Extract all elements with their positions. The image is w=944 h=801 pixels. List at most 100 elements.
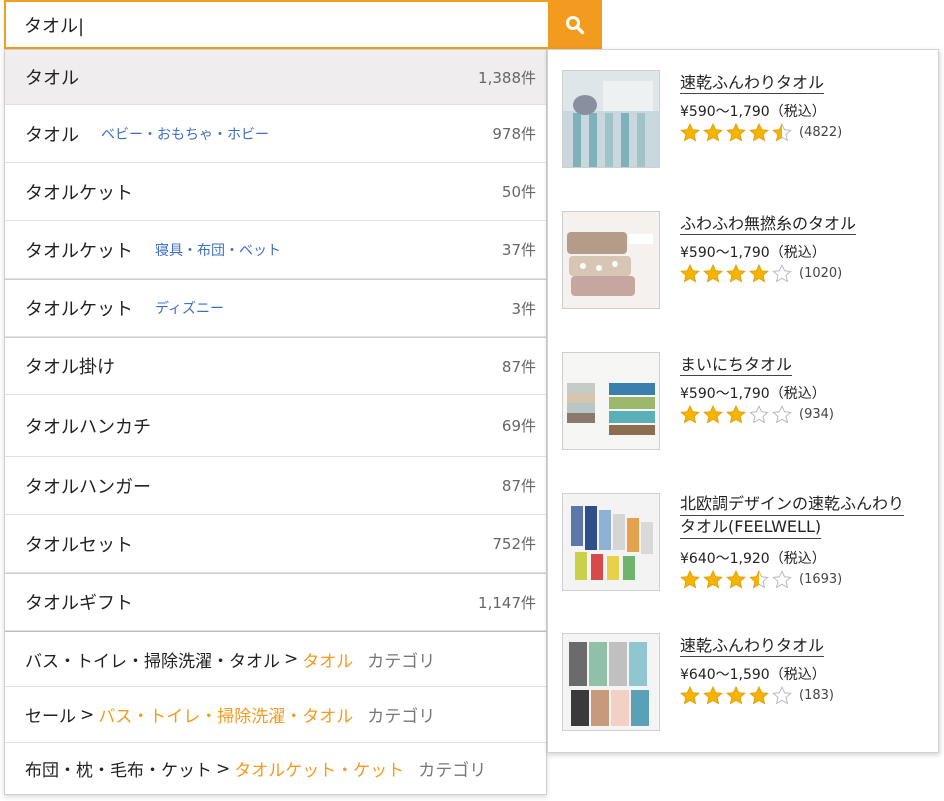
product-card[interactable]: まいにちタオル ¥590〜1,790（税込） (934)	[562, 352, 932, 452]
suggestion-item[interactable]: タオルケット ディズニー 3件	[5, 279, 546, 337]
suggestion-list: タオル 1,388件 タオル ベビー・おもちゃ・ホビー 978件 タオルケット …	[4, 49, 547, 795]
star-full-icon	[703, 123, 723, 142]
category-target: バス・トイレ・掃除洗濯・タオル	[98, 707, 354, 727]
search-button[interactable]	[548, 0, 602, 49]
product-image[interactable]	[562, 70, 660, 168]
product-card[interactable]: ふわふわ無撚糸のタオル ¥590〜1,790（税込） (1020)	[562, 211, 932, 311]
category-path: バス・トイレ・掃除洗濯・タオル	[25, 651, 280, 672]
suggestion-count: 69件	[501, 417, 536, 435]
category-tag: カテゴリ	[367, 707, 436, 727]
star-full-icon	[703, 570, 723, 589]
suggestion-term: タオルギフト	[25, 593, 133, 614]
star-empty-icon	[749, 405, 769, 424]
star-empty-icon	[772, 686, 792, 705]
category-target: タオルケット・ケット	[234, 761, 405, 781]
suggestion-count: 1,388件	[478, 68, 536, 87]
suggestion-item[interactable]: タオル 1,388件	[5, 50, 546, 105]
category-target: タオル	[302, 651, 354, 672]
suggestion-term: タオルケット	[25, 240, 133, 262]
category-tag: カテゴリ	[367, 651, 436, 672]
product-name-line: 北欧調デザインの速乾ふんわり	[680, 493, 905, 516]
rating-stars	[680, 686, 795, 705]
star-full-icon	[680, 123, 700, 142]
product-name-link[interactable]: 北欧調デザインの速乾ふんわり タオル(FEELWELL)	[680, 493, 905, 539]
rating-stars	[680, 405, 795, 424]
suggestion-count: 3件	[511, 299, 536, 318]
star-half-icon	[772, 123, 792, 142]
star-full-icon	[726, 264, 746, 283]
category-suggestion[interactable]: バス・トイレ・掃除洗濯・タオル > タオル カテゴリ	[5, 631, 546, 687]
product-price: ¥640〜1,920（税込）	[680, 551, 826, 567]
search-input[interactable]	[4, 0, 548, 49]
category-path: 布団・枕・毛布・ケット	[25, 761, 212, 781]
suggestion-item[interactable]: タオルギフト 1,147件	[5, 573, 546, 631]
product-image[interactable]	[562, 352, 660, 450]
search-icon	[566, 15, 585, 34]
review-count: (4822)	[799, 125, 843, 140]
product-price: ¥590〜1,790（税込）	[680, 104, 826, 120]
suggestion-term: タオルハンカチ	[25, 416, 151, 438]
star-empty-icon	[772, 405, 792, 424]
product-image[interactable]	[562, 493, 660, 591]
star-full-icon	[680, 570, 700, 589]
product-name-link[interactable]: ふわふわ無撚糸のタオル	[680, 213, 857, 235]
suggestion-count: 87件	[501, 357, 536, 376]
suggestion-count: 978件	[492, 125, 536, 143]
category-suggestion[interactable]: セール > バス・トイレ・掃除洗濯・タオル カテゴリ	[5, 687, 546, 743]
suggestion-item[interactable]: タオルハンカチ 69件	[5, 395, 546, 457]
product-rating: (4822)	[680, 123, 842, 142]
product-card[interactable]: 速乾ふんわりタオル ¥590〜1,790（税込） (4822)	[562, 70, 932, 170]
product-rating: (183)	[680, 686, 834, 705]
suggestion-count: 752件	[492, 535, 536, 553]
product-name-line: タオル(FEELWELL)	[680, 516, 822, 539]
suggestion-item[interactable]: タオルケット 50件	[5, 163, 546, 221]
product-panel: 速乾ふんわりタオル ¥590〜1,790（税込） (4822) ふわふわ無撚糸の…	[547, 49, 939, 753]
product-image[interactable]	[562, 211, 660, 309]
product-card[interactable]: 速乾ふんわりタオル ¥640〜1,590（税込） (183)	[562, 633, 932, 733]
suggestion-item[interactable]: タオルセット 752件	[5, 515, 546, 573]
suggestion-term: タオルセット	[25, 534, 133, 556]
product-name-link[interactable]: 速乾ふんわりタオル	[680, 635, 825, 657]
star-full-icon	[726, 405, 746, 424]
review-count: (934)	[799, 407, 834, 422]
rating-stars	[680, 123, 795, 142]
product-price: ¥590〜1,790（税込）	[680, 245, 826, 261]
suggestion-category-link[interactable]: 寝具・布団・ベット	[155, 240, 281, 260]
suggestion-item[interactable]: タオルケット 寝具・布団・ベット 37件	[5, 221, 546, 279]
star-full-icon	[726, 570, 746, 589]
product-name-link[interactable]: 速乾ふんわりタオル	[680, 72, 825, 94]
category-suggestion[interactable]: 布団・枕・毛布・ケット > タオルケット・ケット カテゴリ	[5, 743, 546, 794]
product-rating: (1020)	[680, 264, 842, 283]
star-full-icon	[703, 264, 723, 283]
suggestion-item[interactable]: タオル掛け 87件	[5, 337, 546, 395]
star-full-icon	[726, 686, 746, 705]
suggestion-term: タオルハンガー	[25, 476, 151, 498]
review-count: (1020)	[799, 266, 843, 281]
suggestion-item[interactable]: タオル ベビー・おもちゃ・ホビー 978件	[5, 105, 546, 163]
product-name-link[interactable]: まいにちタオル	[680, 354, 793, 376]
star-full-icon	[749, 123, 769, 142]
suggestion-item[interactable]: タオルハンガー 87件	[5, 457, 546, 515]
product-image[interactable]	[562, 633, 660, 731]
suggestion-count: 1,147件	[478, 593, 536, 612]
search-bar	[4, 0, 602, 49]
chevron-right-icon: >	[284, 649, 299, 669]
suggestion-term: タオル	[25, 68, 79, 89]
product-price: ¥590〜1,790（税込）	[680, 386, 826, 402]
review-count: (1693)	[799, 572, 843, 587]
suggestion-term: タオル掛け	[25, 357, 115, 378]
star-half-icon	[749, 570, 769, 589]
product-card[interactable]: 北欧調デザインの速乾ふんわり タオル(FEELWELL) ¥640〜1,920（…	[562, 493, 932, 593]
suggestion-category-link[interactable]: ディズニー	[155, 298, 224, 318]
star-full-icon	[703, 405, 723, 424]
suggestion-category-link[interactable]: ベビー・おもちゃ・ホビー	[101, 124, 269, 144]
star-full-icon	[680, 264, 700, 283]
suggestion-term: タオルケット	[25, 182, 133, 204]
category-tag: カテゴリ	[418, 761, 487, 781]
suggestion-count: 50件	[501, 183, 536, 201]
product-price: ¥640〜1,590（税込）	[680, 667, 826, 683]
review-count: (183)	[799, 688, 834, 703]
rating-stars	[680, 264, 795, 283]
category-path: セール	[25, 707, 76, 727]
star-empty-icon	[772, 570, 792, 589]
